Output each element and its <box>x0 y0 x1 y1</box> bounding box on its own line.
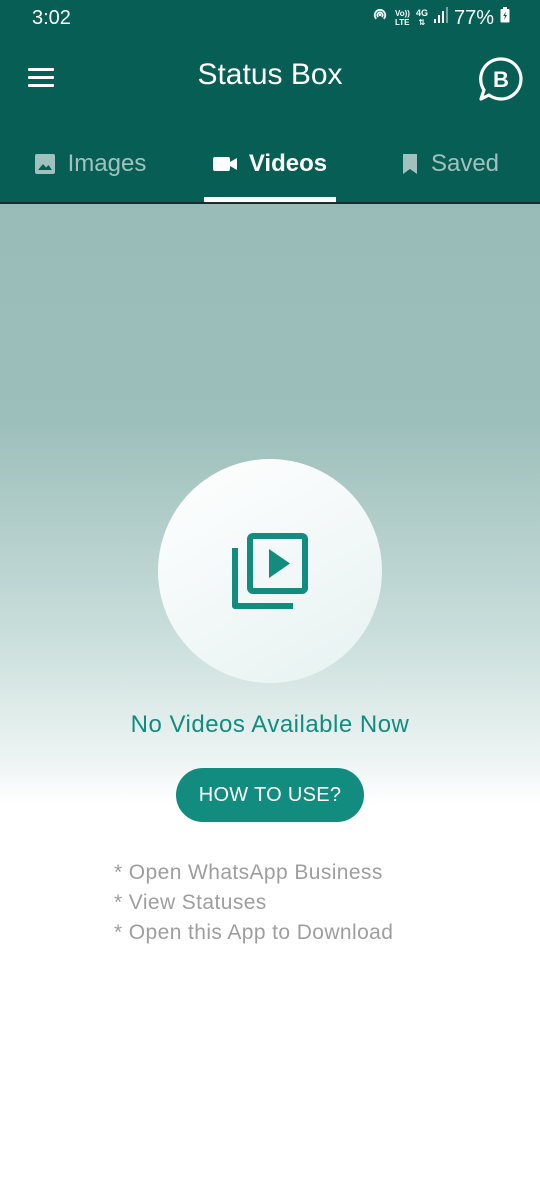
hotspot-icon <box>371 6 389 30</box>
app-title: Status Box <box>197 58 343 91</box>
tab-saved-label: Saved <box>430 149 500 177</box>
instructions-list: * Open WhatsApp Business * View Statuses… <box>114 858 393 948</box>
videocam-icon <box>212 155 237 173</box>
tab-bar: Images Videos Saved <box>0 134 540 203</box>
battery-percent: 77% <box>453 6 494 29</box>
battery-icon <box>500 7 510 29</box>
instruction-item: * Open WhatsApp Business <box>114 861 383 884</box>
instruction-item: * View Statuses <box>114 891 267 914</box>
volte-top-label: Vo)) <box>394 9 410 18</box>
tab-images-label: Images <box>67 149 147 177</box>
data-arrows-icon: ⇅ <box>418 18 426 27</box>
network-4g-icon: 4G ⇅ <box>415 8 428 28</box>
tab-videos[interactable]: Videos <box>180 134 360 203</box>
signal-icon <box>433 7 448 29</box>
instruction-item: * Open this App to Download <box>114 921 394 944</box>
volte-bottom-label: LTE <box>394 18 410 27</box>
status-icons: Vo)) LTE 4G ⇅ 77% <box>371 6 510 30</box>
empty-state-circle <box>158 459 382 683</box>
video-library-icon <box>232 533 308 609</box>
svg-text:B: B <box>493 67 509 92</box>
content-area <box>0 204 540 1204</box>
whatsapp-business-icon: B <box>479 57 523 101</box>
tab-images[interactable]: Images <box>0 134 180 203</box>
image-icon <box>34 153 56 175</box>
status-time: 3:02 <box>32 7 71 29</box>
empty-state-message: No Videos Available Now <box>130 711 410 738</box>
tab-videos-label: Videos <box>248 149 328 177</box>
tab-saved[interactable]: Saved <box>360 134 540 203</box>
how-to-use-button[interactable]: HOW TO USE? <box>176 768 364 822</box>
network-gen-label: 4G <box>415 8 428 18</box>
volte-icon: Vo)) LTE <box>395 9 410 27</box>
status-bar: 3:02 Vo)) LTE 4G ⇅ 77% <box>0 0 540 36</box>
whatsapp-business-button[interactable]: B <box>478 56 524 102</box>
bookmark-icon <box>401 153 419 175</box>
